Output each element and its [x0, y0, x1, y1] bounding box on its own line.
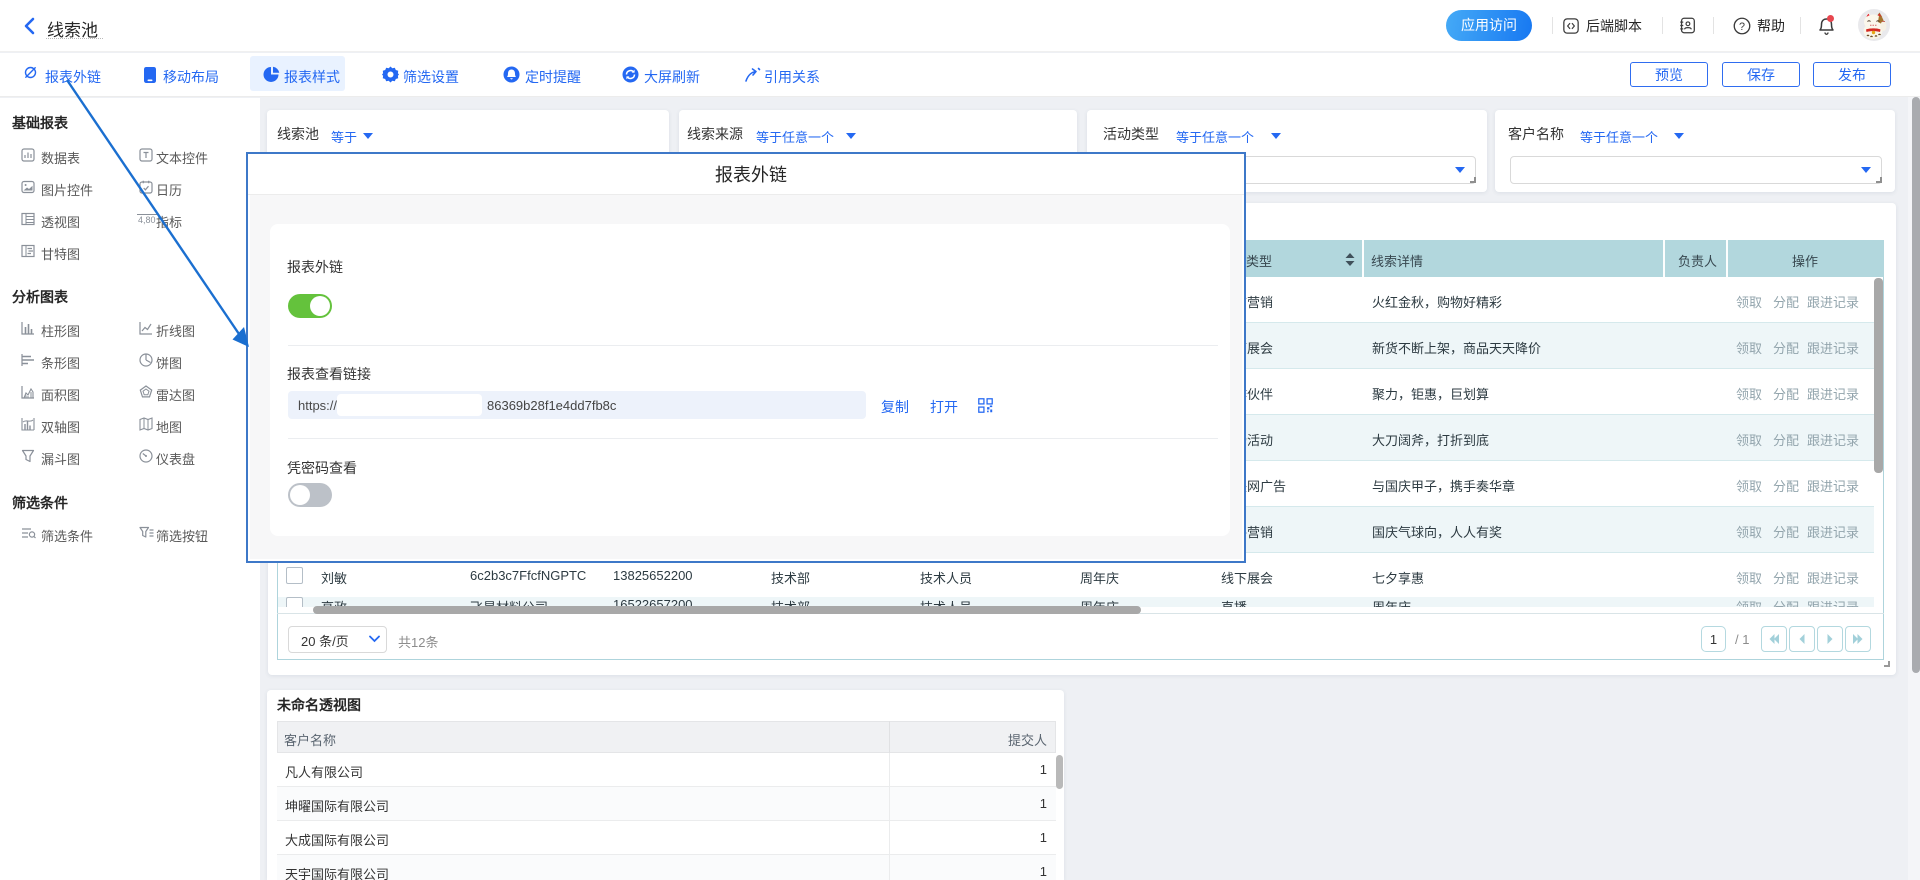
svg-text:?: ?	[1739, 21, 1745, 33]
